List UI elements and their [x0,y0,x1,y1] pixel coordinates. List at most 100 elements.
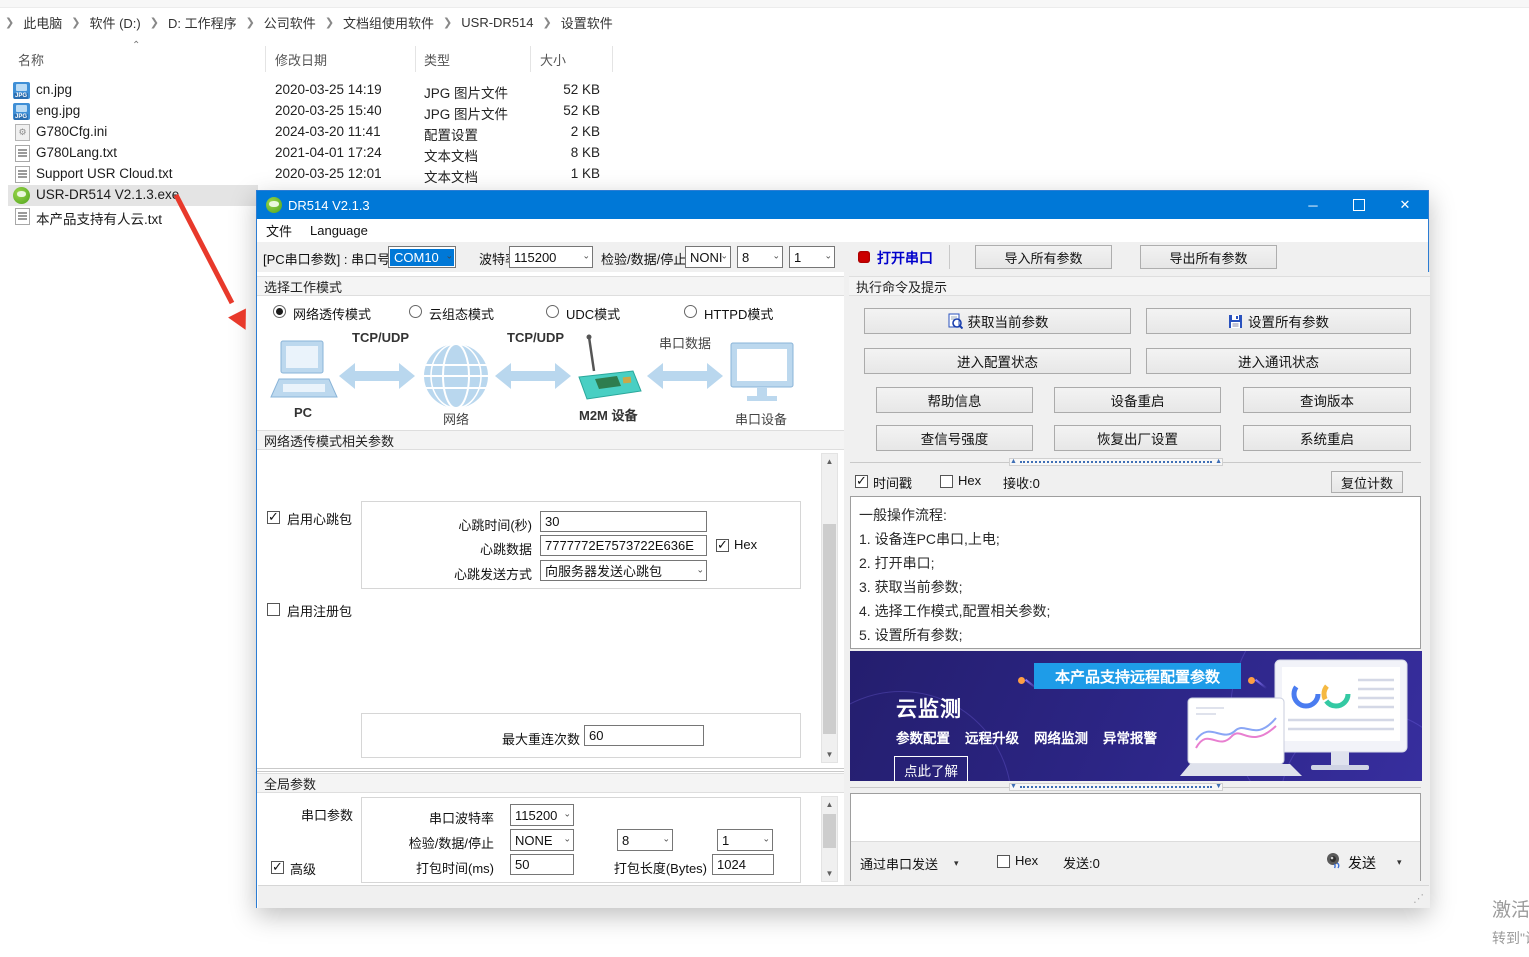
send-button[interactable]: 发送 [1348,853,1376,873]
global-stopbits-select[interactable]: 1 ⌄ [717,829,773,851]
send-hex-label[interactable]: Hex [1015,853,1038,868]
heartbeat-time-input[interactable]: 30 [540,511,707,532]
pack-time-input[interactable]: 50 [510,854,574,875]
scroll-down-icon[interactable]: ▼ [822,866,837,881]
chevron-down-icon: ⌄ [582,251,590,262]
receive-log[interactable]: 一般操作流程: 1. 设备连PC串口,上电; 2. 打开串口; 3. 获取当前参… [850,496,1421,649]
file-name[interactable]: G780Cfg.ini [36,124,107,139]
promo-banner[interactable]: 本产品支持远程配置参数 云监测 参数配置 远程升级 网络监测 异常报警 点此了解 [850,651,1422,781]
diagram-m2m-label: M2M 设备 [579,405,638,424]
export-params-button[interactable]: 导出所有参数 [1140,245,1277,269]
toolbar-divider [949,245,950,269]
radio-udc-mode[interactable] [546,305,559,318]
minimize-button[interactable]: ─ [1290,191,1336,219]
banner-cta-button[interactable]: 点此了解 [894,756,968,781]
scroll-up-icon[interactable]: ▲ [822,454,837,469]
net-params-scrollbar[interactable]: ▲ ▼ [821,453,838,763]
mode-label-net-transparent[interactable]: 网络透传模式 [293,304,371,323]
send-hex-checkbox[interactable] [997,855,1010,868]
breadcrumb-this-pc[interactable]: 此电脑 [23,13,62,32]
timestamp-checkbox[interactable] [855,475,868,488]
recv-hex-checkbox[interactable] [940,475,953,488]
send-via-dropdown[interactable]: 通过串口发送 [860,854,938,873]
file-name[interactable]: G780Lang.txt [36,145,117,160]
resize-grip[interactable]: ⋰ [1413,892,1425,905]
splitter-handle[interactable]: ▼ ▼ [1009,783,1223,791]
heartbeat-mode-select[interactable]: 向服务器发送心跳包 ⌄ [540,560,707,581]
radio-net-transparent-mode[interactable] [273,305,286,318]
scroll-down-icon[interactable]: ▼ [822,747,837,762]
close-button[interactable]: ✕ [1382,191,1428,219]
scroll-up-icon[interactable]: ▲ [822,797,837,812]
recv-hex-label[interactable]: Hex [958,473,981,488]
global-baud-select[interactable]: 115200 ⌄ [510,804,574,826]
breadcrumb-usr-dr514[interactable]: USR-DR514 [461,15,533,30]
file-row[interactable]: G780Lang.txt 2021-04-01 17:24 文本文档 8 KB [0,143,1200,164]
red-annotation-arrow [140,175,270,365]
column-header-name[interactable]: 名称 [18,50,44,69]
panel-splitter[interactable] [257,771,844,772]
parity-select[interactable]: NONI ⌄ [685,246,731,268]
breadcrumb-drive-d[interactable]: 软件 (D:) [89,13,140,32]
pack-len-input[interactable]: 1024 [712,854,774,875]
radio-cloud-scada-mode[interactable] [409,305,422,318]
column-header-size[interactable]: 大小 [540,50,566,69]
column-header-date[interactable]: 修改日期 [275,50,327,69]
radio-httpd-mode[interactable] [684,305,697,318]
open-serial-button[interactable]: 打开串口 [877,248,933,268]
global-parity-select[interactable]: NONE ⌄ [510,829,574,851]
column-divider [265,46,266,72]
advanced-checkbox[interactable] [271,861,284,874]
file-row[interactable]: eng.jpg 2020-03-25 15:40 JPG 图片文件 52 KB [0,101,1200,122]
heartbeat-data-input[interactable]: 7777772E7573722E636E [540,535,707,556]
splitter-handle[interactable]: ▲ ▲ [1009,458,1223,466]
title-bar[interactable]: DR514 V2.1.3 ─ ✕ [257,191,1428,219]
stopbits-select[interactable]: 1 ⌄ [789,246,835,268]
global-databits-select[interactable]: 8 ⌄ [617,829,673,851]
enable-heartbeat-label[interactable]: 启用心跳包 [287,509,352,528]
file-name[interactable]: cn.jpg [36,82,72,97]
heartbeat-hex-label[interactable]: Hex [734,537,757,552]
maximize-button[interactable] [1336,191,1382,219]
enter-config-button[interactable]: 进入配置状态 [864,348,1131,374]
advanced-label[interactable]: 高级 [290,859,316,878]
scrollbar-thumb[interactable] [823,524,836,734]
breadcrumb-work-programs[interactable]: D: 工作程序 [168,13,237,32]
timestamp-label[interactable]: 时间戳 [873,473,912,492]
databits-select[interactable]: 8 ⌄ [737,246,783,268]
column-header-type[interactable]: 类型 [424,50,450,69]
enable-register-label[interactable]: 启用注册包 [287,601,352,620]
mode-label-cloud-scada[interactable]: 云组态模式 [429,304,494,323]
enable-register-checkbox[interactable] [267,603,280,616]
set-params-button[interactable]: 设置所有参数 [1146,308,1411,334]
help-info-button[interactable]: 帮助信息 [876,387,1033,413]
system-restart-button[interactable]: 系统重启 [1243,425,1411,451]
scrollbar-thumb[interactable] [823,814,836,848]
global-params-scrollbar[interactable]: ▲ ▼ [821,796,838,882]
reset-count-button[interactable]: 复位计数 [1331,471,1403,493]
file-row[interactable]: ⚙ G780Cfg.ini 2024-03-20 11:41 配置设置 2 KB [0,122,1200,143]
breadcrumb-company-software[interactable]: 公司软件 [264,13,316,32]
enable-heartbeat-checkbox[interactable] [267,511,280,524]
heartbeat-hex-checkbox[interactable] [716,539,729,552]
device-restart-button[interactable]: 设备重启 [1054,387,1221,413]
factory-reset-button[interactable]: 恢复出厂设置 [1054,425,1221,451]
breadcrumb-setup-software[interactable]: 设置软件 [561,13,613,32]
com-port-select[interactable]: COM10 ⌄ [388,246,456,268]
max-reconnect-input[interactable]: 60 [584,725,704,746]
mode-label-udc[interactable]: UDC模式 [566,304,620,323]
baud-select[interactable]: 115200 ⌄ [509,246,593,268]
panel-splitter[interactable] [257,768,844,769]
file-name[interactable]: eng.jpg [36,103,80,118]
menu-language[interactable]: Language [301,219,377,242]
mode-label-httpd[interactable]: HTTPD模式 [704,304,773,323]
watermark-line2: 转到"设置"以激活 Windows。 [1492,928,1529,948]
file-date: 2021-04-01 17:24 [275,145,382,160]
breadcrumb-doc-group-software[interactable]: 文档组使用软件 [343,13,434,32]
file-row[interactable]: cn.jpg 2020-03-25 14:19 JPG 图片文件 52 KB [0,80,1200,101]
get-params-button[interactable]: 获取当前参数 [864,308,1131,334]
enter-comm-button[interactable]: 进入通讯状态 [1146,348,1411,374]
query-signal-button[interactable]: 查信号强度 [876,425,1033,451]
query-version-button[interactable]: 查询版本 [1243,387,1411,413]
import-params-button[interactable]: 导入所有参数 [975,245,1112,269]
